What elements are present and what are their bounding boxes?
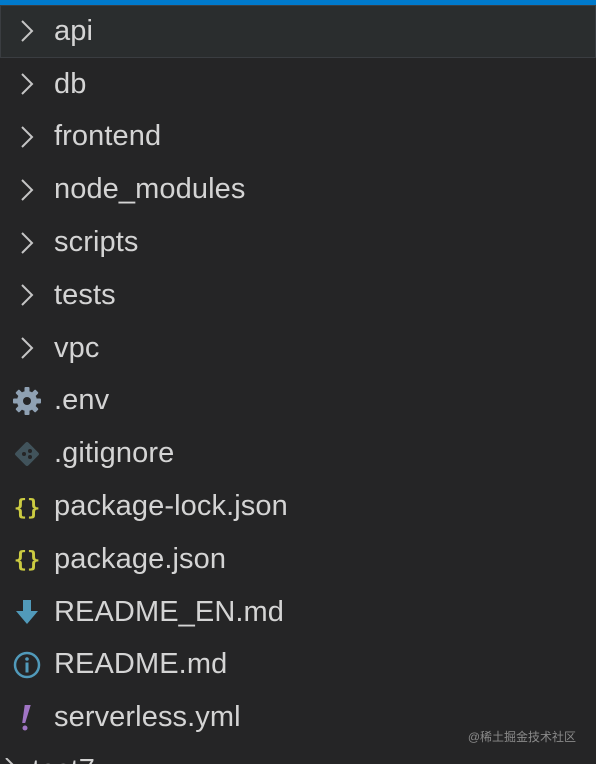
chevron-right-icon[interactable] xyxy=(0,58,54,110)
tree-item-folder-api[interactable]: api xyxy=(0,5,596,58)
tree-item-label: scripts xyxy=(54,226,139,259)
chevron-right-icon[interactable] xyxy=(0,217,54,269)
svg-text:{}: {} xyxy=(14,548,41,573)
tree-item-label: node_modules xyxy=(54,173,246,206)
tree-item-label: README_EN.md xyxy=(54,595,285,628)
tree-item-label: serverless.yml xyxy=(54,701,241,734)
tree-item-label: README.md xyxy=(54,648,228,681)
tree-item-label: api xyxy=(54,14,93,47)
chevron-right-icon[interactable] xyxy=(0,111,54,163)
tree-item-label: vpc xyxy=(54,331,100,364)
exclamation-icon xyxy=(0,692,54,744)
chevron-right-icon[interactable] xyxy=(0,269,54,321)
tree-item-folder-scripts[interactable]: scripts xyxy=(0,216,596,269)
tree-item-label: package-lock.json xyxy=(54,490,288,523)
tree-item-folder-node-modules[interactable]: node_modules xyxy=(0,163,596,216)
tree-item-folder-vpc[interactable]: vpc xyxy=(0,322,596,375)
download-arrow-icon xyxy=(0,586,54,638)
json-braces-icon: {} xyxy=(0,533,54,585)
info-icon xyxy=(0,639,54,691)
tree-item-file-gitignore[interactable]: .gitignore xyxy=(0,427,596,480)
tree-item-label: tests xyxy=(54,278,116,311)
tree-item-file-readme-md[interactable]: README.md xyxy=(0,639,596,692)
tree-item-label: db xyxy=(54,67,87,100)
tree-item-label: .gitignore xyxy=(54,437,175,470)
tree-item-file-package-lock-json[interactable]: {} package-lock.json xyxy=(0,480,596,533)
chevron-right-icon[interactable] xyxy=(0,164,54,216)
tree-item-folder-partial[interactable]: test7 xyxy=(0,752,200,764)
tree-item-file-env[interactable]: .env xyxy=(0,375,596,428)
chevron-right-icon[interactable] xyxy=(0,5,54,57)
chevron-right-icon[interactable] xyxy=(4,757,16,764)
tree-item-folder-frontend[interactable]: frontend xyxy=(0,111,596,164)
json-braces-icon: {} xyxy=(0,481,54,533)
tree-item-label: .env xyxy=(54,384,110,417)
tree-item-label: test7 xyxy=(32,754,95,764)
svg-text:{}: {} xyxy=(14,496,41,521)
file-explorer-tree: api db frontend node_modules scripts tes… xyxy=(0,5,596,744)
chevron-right-icon[interactable] xyxy=(0,322,54,374)
gear-icon xyxy=(0,375,54,427)
tree-item-label: package.json xyxy=(54,542,227,575)
tree-item-label: frontend xyxy=(54,120,162,153)
git-icon xyxy=(0,428,54,480)
tree-item-folder-db[interactable]: db xyxy=(0,58,596,111)
tree-item-file-readme-en-md[interactable]: README_EN.md xyxy=(0,586,596,639)
tree-item-folder-tests[interactable]: tests xyxy=(0,269,596,322)
watermark-text: @稀土掘金技术社区 xyxy=(467,730,576,744)
tree-item-file-package-json[interactable]: {} package.json xyxy=(0,533,596,586)
